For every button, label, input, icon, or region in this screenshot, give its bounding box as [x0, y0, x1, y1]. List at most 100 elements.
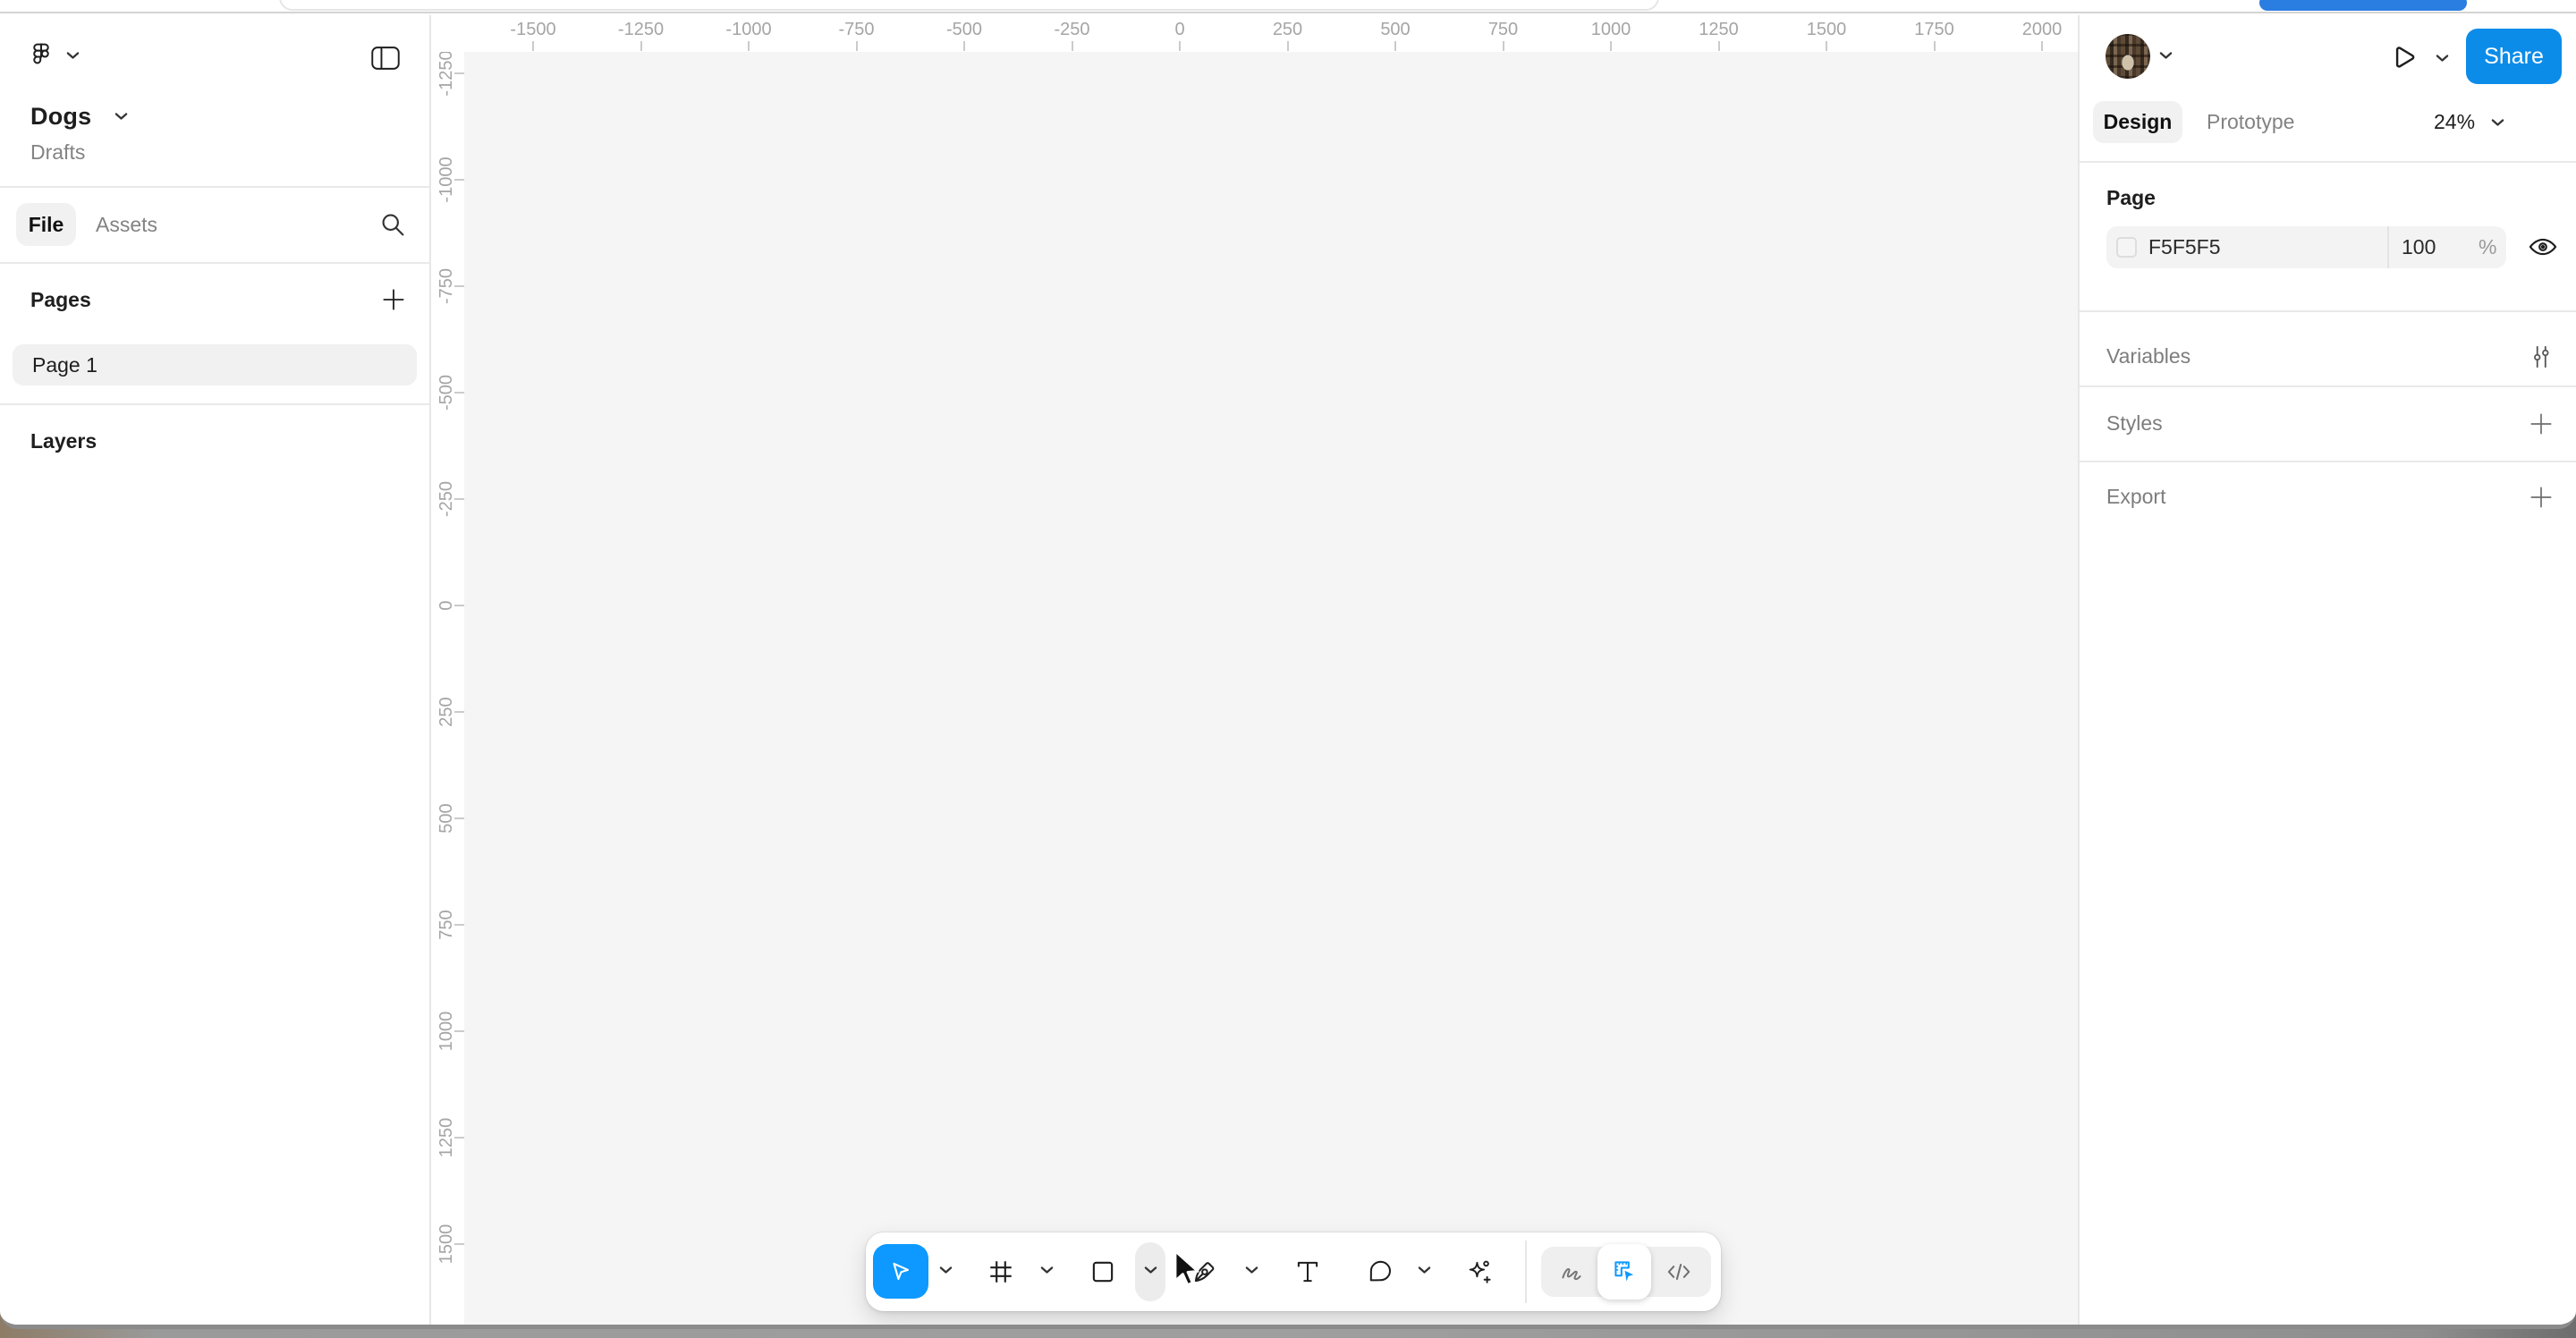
ruler-label: 1000 — [1571, 20, 1651, 40]
ruler-tick — [454, 72, 464, 74]
divider — [0, 403, 429, 405]
ruler-label: 750 — [1463, 20, 1544, 40]
toolbar-divider — [1525, 1241, 1527, 1303]
add-page-icon[interactable] — [379, 285, 408, 314]
design-mode-icon[interactable] — [1610, 1258, 1639, 1286]
screen: Dogs Drafts File Assets Pages Page 1 Lay… — [0, 0, 2576, 1338]
browser-button-partial — [2259, 0, 2467, 11]
ruler-label: 500 — [1355, 20, 1436, 40]
ruler-tick — [1072, 41, 1073, 51]
chevron-down-icon[interactable] — [2159, 51, 2173, 60]
ruler-tick — [2041, 41, 2043, 51]
divider — [2387, 226, 2389, 268]
ruler-tick — [454, 924, 464, 926]
right-sidebar: Share Design Prototype 24% Page F5F5F5 1… — [2078, 15, 2576, 1325]
chevron-down-icon[interactable] — [66, 51, 80, 60]
mouse-cursor — [1170, 1249, 1206, 1289]
actions-tool-icon[interactable] — [1464, 1258, 1493, 1286]
ruler-tick — [532, 41, 534, 51]
ruler-label: -500 — [924, 20, 1004, 40]
move-tool-button[interactable] — [873, 1244, 928, 1299]
variables-adjustments-icon[interactable] — [2527, 343, 2555, 371]
add-style-icon[interactable] — [2527, 410, 2555, 438]
shape-tool-dropdown-icon[interactable] — [1144, 1266, 1157, 1274]
ruler-tick — [454, 817, 464, 819]
ruler-tick — [454, 1030, 464, 1032]
ruler-tick — [454, 392, 464, 394]
ruler-label: 250 — [1248, 20, 1328, 40]
left-sidebar: Dogs Drafts File Assets Pages Page 1 Lay… — [0, 15, 431, 1325]
figma-window: Dogs Drafts File Assets Pages Page 1 Lay… — [0, 15, 2576, 1329]
file-location[interactable]: Drafts — [30, 140, 85, 165]
ruler-label: 1750 — [1894, 20, 1975, 40]
page-section-title: Page — [2106, 186, 2156, 210]
ruler-tick — [1287, 41, 1289, 51]
ruler-tick — [1503, 41, 1504, 51]
ruler-label: 0 — [1140, 20, 1220, 40]
shape-tool-icon[interactable] — [1089, 1258, 1117, 1286]
draw-mode-icon[interactable] — [1557, 1258, 1586, 1286]
page-list-item[interactable]: Page 1 — [13, 344, 417, 385]
ruler-tick — [1718, 41, 1720, 51]
dev-mode-icon[interactable] — [1665, 1258, 1693, 1286]
pen-tool-dropdown-icon[interactable] — [1245, 1266, 1258, 1274]
layers-header: Layers — [30, 429, 97, 453]
styles-section-title: Styles — [2106, 411, 2163, 436]
page-color-row[interactable]: F5F5F5 100 % — [2106, 226, 2506, 268]
tab-file[interactable]: File — [16, 203, 76, 246]
search-icon[interactable] — [377, 209, 408, 240]
color-hex-value[interactable]: F5F5F5 — [2148, 235, 2221, 259]
ruler-tick — [748, 41, 750, 51]
frame-tool-icon[interactable] — [987, 1258, 1015, 1286]
chevron-down-icon[interactable] — [2436, 54, 2449, 63]
add-export-icon[interactable] — [2527, 483, 2555, 512]
avatar[interactable] — [2106, 34, 2150, 79]
canvas[interactable]: -1250-1000-750-500-250025050075010001250… — [431, 15, 2078, 1325]
comment-tool-dropdown-icon[interactable] — [1418, 1266, 1431, 1274]
tab-assets[interactable]: Assets — [96, 203, 157, 246]
chevron-down-icon[interactable] — [114, 112, 128, 121]
divider — [2080, 161, 2576, 163]
export-section-title: Export — [2106, 485, 2165, 509]
vertical-ruler: -1250-1000-750-500-250025050075010001250… — [431, 15, 464, 1325]
divider — [2080, 310, 2576, 312]
color-swatch[interactable] — [2116, 237, 2137, 258]
share-button[interactable]: Share — [2466, 29, 2562, 84]
ruler-tick — [454, 285, 464, 287]
ruler-tick — [454, 498, 464, 500]
frame-tool-dropdown-icon[interactable] — [1040, 1266, 1054, 1274]
comment-tool-icon[interactable] — [1366, 1258, 1394, 1286]
browser-chrome-strip — [0, 0, 2576, 13]
panel-tabs: File Assets — [0, 188, 429, 263]
present-play-icon[interactable] — [2389, 43, 2418, 73]
ruler-tick — [856, 41, 858, 51]
toggle-sidebar-icon[interactable] — [370, 45, 401, 72]
tab-prototype[interactable]: Prototype — [2207, 101, 2294, 143]
opacity-unit: % — [2479, 235, 2496, 259]
toolbar — [866, 1232, 1721, 1311]
move-cursor-icon — [886, 1258, 915, 1286]
opacity-value[interactable]: 100 — [2402, 235, 2436, 259]
divider — [2080, 461, 2576, 462]
text-tool-icon[interactable] — [1293, 1258, 1322, 1286]
ruler-tick — [454, 1243, 464, 1245]
zoom-control[interactable]: 24% — [2434, 101, 2504, 143]
visibility-eye-icon[interactable] — [2527, 232, 2559, 262]
ruler-tick — [1826, 41, 1827, 51]
file-name[interactable]: Dogs — [30, 103, 91, 131]
ruler-label: -750 — [817, 20, 897, 40]
ruler-label: 1250 — [1679, 20, 1759, 40]
pages-header: Pages — [30, 288, 91, 312]
ruler-tick — [640, 41, 642, 51]
figma-logo-icon[interactable] — [27, 40, 55, 69]
ruler-label: -1500 — [493, 20, 573, 40]
tab-design[interactable]: Design — [2093, 101, 2182, 143]
pages-header-row: Pages — [0, 264, 429, 337]
ruler-tick — [1934, 41, 1936, 51]
ruler-tick — [1179, 41, 1181, 51]
ruler-label: -1250 — [601, 20, 682, 40]
ruler-tick — [454, 605, 464, 606]
ruler-label: -250 — [1032, 20, 1113, 40]
divider — [2080, 385, 2576, 387]
move-tool-dropdown-icon[interactable] — [939, 1266, 953, 1274]
